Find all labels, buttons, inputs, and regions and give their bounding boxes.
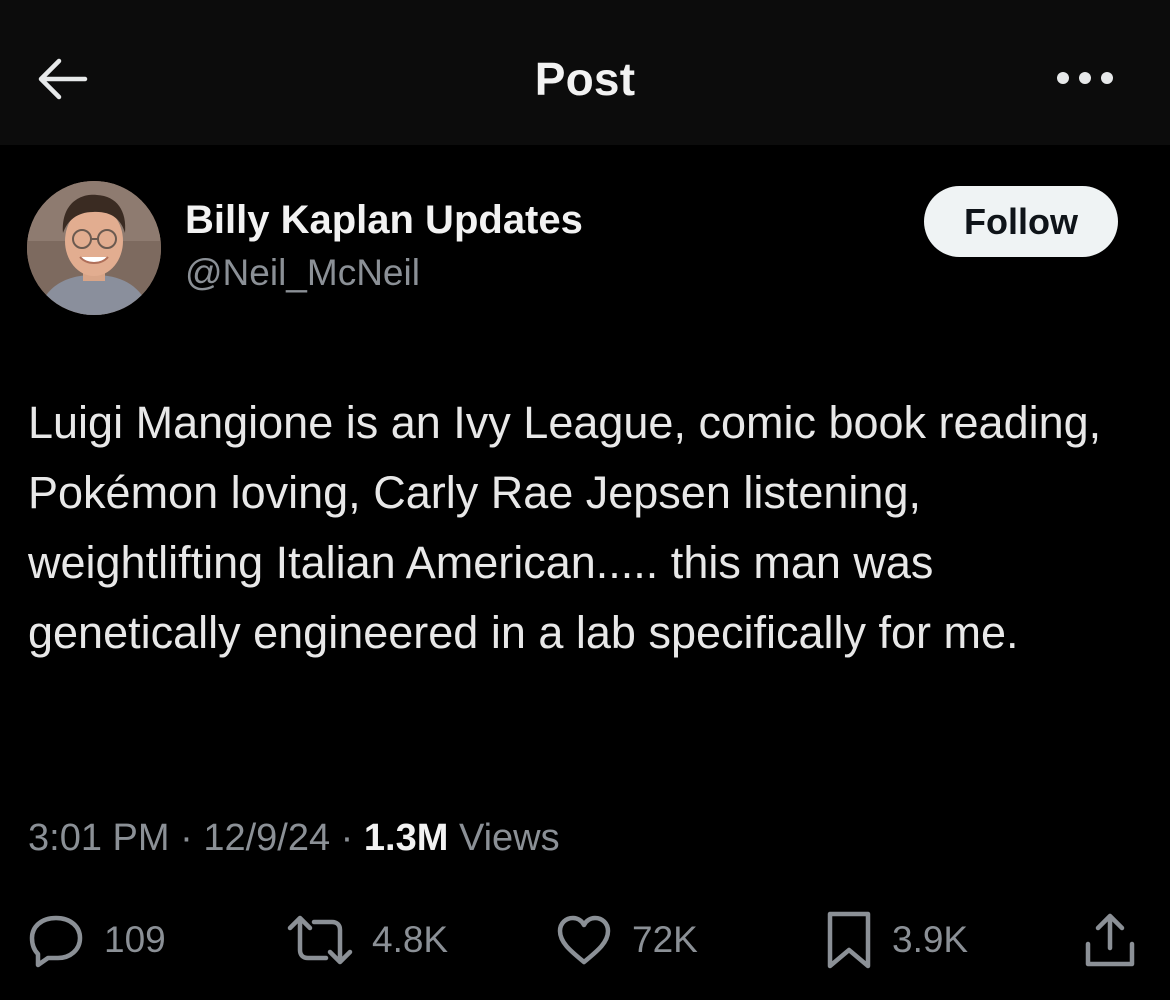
share-icon [1085, 913, 1135, 967]
bookmark-button[interactable]: 3.9K [824, 905, 968, 975]
meta-separator: · [180, 817, 193, 859]
repost-count: 4.8K [372, 919, 449, 960]
views-label: Views [458, 817, 560, 859]
post-date: 12/9/24 [203, 817, 331, 859]
bookmark-count: 3.9K [892, 919, 969, 960]
views-count: 1.3M [363, 817, 449, 859]
page-title: Post [534, 53, 636, 105]
post-text: Luigi Mangione is an Ivy League, comic b… [28, 397, 1102, 658]
top-bar: Post [0, 0, 1170, 145]
avatar[interactable] [27, 181, 161, 315]
more-horizontal-icon [1057, 72, 1113, 84]
like-count: 72K [632, 919, 698, 960]
share-button[interactable] [1082, 905, 1138, 975]
bookmark-icon [827, 911, 871, 969]
post-meta: 3:01 PM · 12/9/24 · 1.3M Views [28, 817, 560, 860]
meta-separator: · [340, 817, 354, 859]
repost-button[interactable]: 4.8K [286, 905, 448, 975]
more-options-button[interactable] [1050, 56, 1120, 100]
reply-icon [29, 915, 83, 968]
follow-button[interactable]: Follow [924, 186, 1118, 257]
reply-count: 109 [104, 919, 166, 960]
like-icon [557, 915, 611, 965]
action-bar: 109 4.8K 72K 3.9K [0, 905, 1170, 975]
reply-button[interactable]: 109 [26, 905, 166, 975]
author-handle[interactable]: @Neil_McNeil [185, 252, 420, 294]
like-button[interactable]: 72K [554, 905, 698, 975]
repost-icon [287, 915, 353, 965]
author-display-name[interactable]: Billy Kaplan Updates [185, 198, 583, 243]
post-time: 3:01 PM [28, 817, 170, 859]
profile-photo [27, 181, 161, 315]
